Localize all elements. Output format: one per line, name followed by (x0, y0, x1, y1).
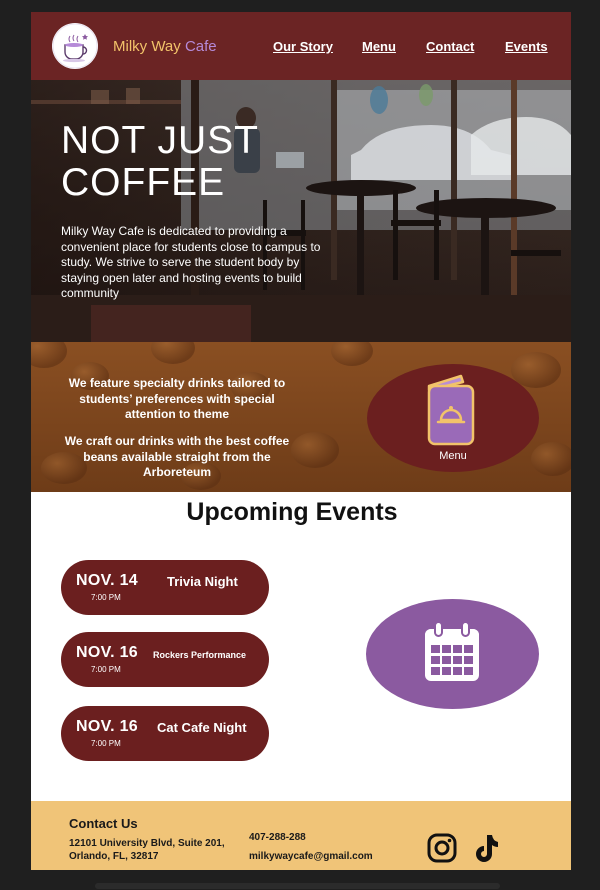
contact-email[interactable]: milkywaycafe@gmail.com (249, 851, 373, 862)
nav-our-story[interactable]: Our Story (273, 39, 333, 54)
brand-name: Milky Way Cafe (113, 38, 217, 55)
coffee-cup-logo-icon (52, 23, 98, 69)
specialty-text-1: We feature specialty drinks tailored to … (68, 376, 286, 421)
site-footer: Contact Us 12101 University Blvd, Suite … (31, 801, 571, 870)
event-date: NOV. 16 (76, 718, 138, 735)
event-item[interactable]: NOV. 16 7:00 PM Cat Cafe Night (61, 706, 269, 761)
tiktok-icon[interactable] (473, 833, 499, 863)
events-title: Upcoming Events (186, 498, 398, 526)
site-header: Milky Way Cafe Our Story Menu Contact Ev… (31, 12, 571, 80)
event-name: Trivia Night (167, 574, 238, 589)
hero-description: Milky Way Cafe is dedicated to providing… (61, 224, 321, 300)
event-date: NOV. 16 (76, 644, 138, 661)
landing-page: Milky Way Cafe Our Story Menu Contact Ev… (31, 12, 571, 870)
hero-title: NOT JUST COFFEE (61, 119, 259, 204)
specialty-section: We feature specialty drinks tailored to … (31, 342, 571, 492)
brand-word-1: Milky Way (113, 38, 181, 55)
event-item[interactable]: NOV. 14 7:00 PM Trivia Night (61, 560, 269, 615)
event-time: 7:00 PM (91, 665, 121, 674)
menu-button[interactable]: Menu (367, 364, 539, 472)
calendar-button[interactable] (366, 599, 539, 709)
coffee-bean (331, 342, 373, 366)
bottom-scroll-hint (95, 883, 500, 889)
coffee-bean (31, 342, 67, 368)
nav-menu[interactable]: Menu (362, 39, 396, 54)
contact-phone[interactable]: 407-288-288 (249, 832, 306, 843)
contact-heading: Contact Us (69, 816, 138, 831)
event-date: NOV. 14 (76, 572, 138, 589)
event-time: 7:00 PM (91, 593, 121, 602)
instagram-icon[interactable] (427, 833, 457, 863)
event-name: Rockers Performance (153, 650, 247, 660)
event-item[interactable]: NOV. 16 7:00 PM Rockers Performance (61, 632, 269, 687)
menu-book-icon (427, 374, 475, 446)
coffee-bean (151, 342, 195, 364)
specialty-text-2: We craft our drinks with the best coffee… (64, 434, 290, 479)
hero-section: NOT JUST COFFEE Milky Way Cafe is dedica… (31, 80, 571, 342)
cafe-logo[interactable] (52, 23, 98, 69)
nav-events[interactable]: Events (505, 39, 548, 54)
event-time: 7:00 PM (91, 739, 121, 748)
menu-button-label: Menu (439, 450, 467, 462)
event-name: Cat Cafe Night (157, 720, 247, 735)
calendar-icon (425, 621, 479, 681)
brand-word-2: Cafe (184, 38, 217, 55)
contact-address: 12101 University Blvd, Suite 201, Orland… (69, 838, 225, 862)
nav-contact[interactable]: Contact (426, 39, 474, 54)
